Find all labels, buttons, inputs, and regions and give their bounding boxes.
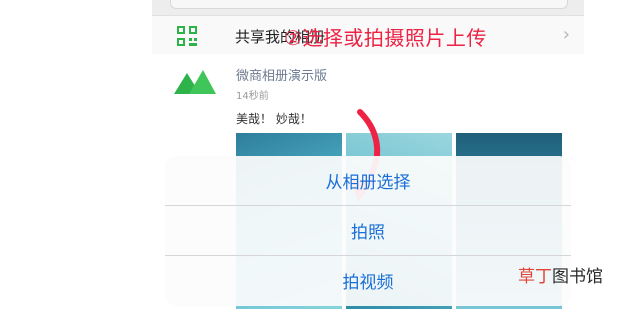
- post-caption: 美哉！ 妙哉！: [236, 112, 312, 126]
- choose-from-album-option[interactable]: 从相册选择: [165, 156, 571, 205]
- mountain-logo-icon: [174, 70, 216, 94]
- post-time: 14秒前: [236, 91, 269, 102]
- watermark: 草丁图书馆: [518, 262, 603, 287]
- watermark-part1: 草丁: [518, 267, 552, 287]
- take-photo-option[interactable]: 拍照: [165, 206, 571, 255]
- qr-code-icon: [177, 26, 197, 46]
- post-author[interactable]: 微商相册演示版: [236, 65, 327, 84]
- record-video-option[interactable]: 拍视频: [165, 256, 571, 305]
- watermark-part2: 图书馆: [552, 267, 603, 287]
- top-card-edge: [170, 0, 568, 9]
- chevron-right-icon: ›: [562, 24, 570, 45]
- action-sheet: 从相册选择 拍照 拍视频: [165, 156, 571, 306]
- instruction-annotation: ②选择或拍摄照片上传: [284, 26, 487, 50]
